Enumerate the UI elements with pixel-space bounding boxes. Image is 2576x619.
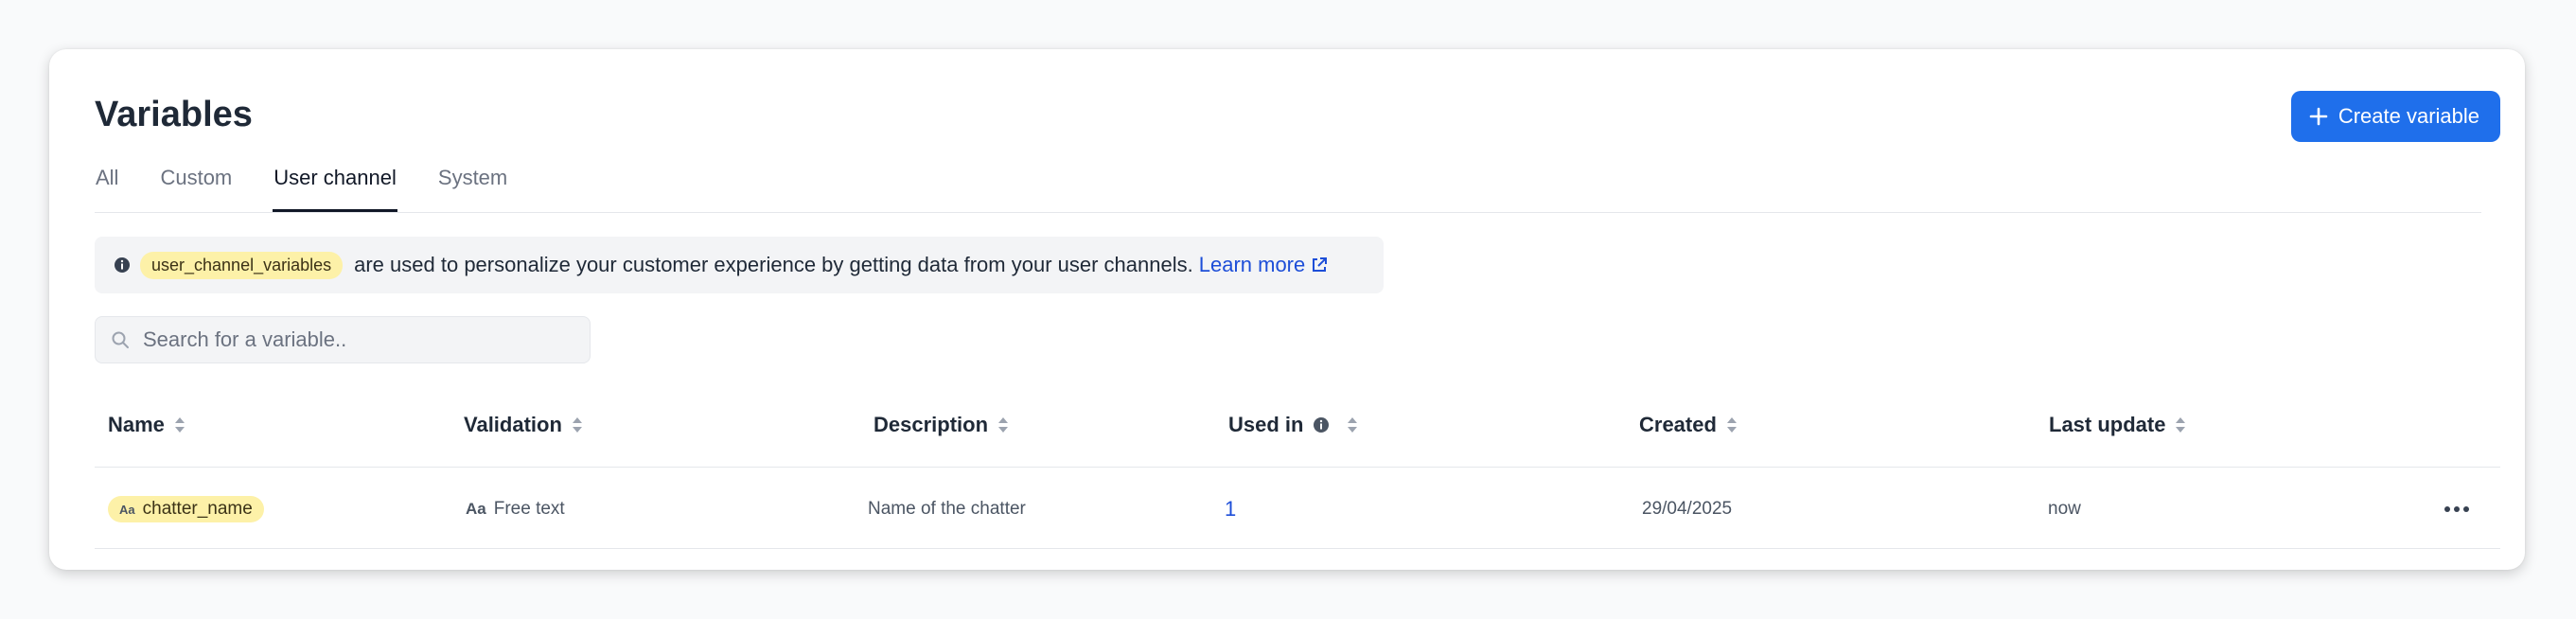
text-type-icon: Aa <box>466 500 486 518</box>
column-header-created[interactable]: Created <box>1639 413 1738 437</box>
column-header-used-in[interactable]: Used in <box>1228 413 1358 437</box>
used-in-cell: 1 <box>1225 494 1236 524</box>
tab-system[interactable]: System <box>437 161 508 212</box>
variable-name-pill[interactable]: Aa chatter_name <box>108 496 264 522</box>
column-header-name[interactable]: Name <box>108 413 185 437</box>
info-icon <box>1314 417 1330 433</box>
tab-bar: All Custom User channel System <box>95 161 2481 213</box>
sort-icon <box>572 417 582 433</box>
external-link-icon <box>1313 257 1328 272</box>
tab-user-channel[interactable]: User channel <box>273 161 397 212</box>
variables-card: Variables Create variable All Custom Use… <box>49 49 2525 570</box>
learn-more-link[interactable]: Learn more <box>1199 253 1329 277</box>
more-options-button[interactable] <box>2444 496 2470 522</box>
name-cell: Aa chatter_name <box>108 494 264 524</box>
sort-icon <box>1726 417 1737 433</box>
plus-icon <box>2309 107 2328 126</box>
used-in-link[interactable]: 1 <box>1225 497 1236 522</box>
search-input[interactable] <box>141 327 580 353</box>
column-header-validation[interactable]: Validation <box>464 413 583 437</box>
info-banner: user_channel_variables are used to perso… <box>95 237 1384 293</box>
create-variable-label: Create variable <box>2338 104 2479 128</box>
variable-name: chatter_name <box>142 499 253 519</box>
created-cell: 29/04/2025 <box>1642 499 1733 519</box>
description-cell: Name of the chatter <box>868 499 1026 519</box>
sort-icon <box>2176 417 2186 433</box>
tab-all[interactable]: All <box>95 161 119 212</box>
sort-icon <box>998 417 1009 433</box>
table-divider <box>95 548 2500 549</box>
info-icon <box>115 257 130 273</box>
learn-more-label: Learn more <box>1198 253 1306 276</box>
sort-icon <box>1348 417 1358 433</box>
column-header-description[interactable]: Description <box>873 413 1009 437</box>
validation-cell: Aa Free text <box>466 494 565 524</box>
validation-value: Free text <box>493 499 565 519</box>
table-divider <box>95 467 2500 468</box>
page-title: Variables <box>95 95 253 134</box>
create-variable-button[interactable]: Create variable <box>2290 91 2500 142</box>
text-type-icon: Aa <box>119 502 135 517</box>
user-channel-variables-pill: user_channel_variables <box>140 251 344 279</box>
sort-icon <box>174 417 185 433</box>
search-icon <box>112 331 129 348</box>
more-horizontal-icon <box>2444 506 2469 512</box>
last-update-cell: now <box>2048 499 2081 519</box>
banner-text: are used to personalize your customer ex… <box>354 253 1193 276</box>
column-header-last-update[interactable]: Last update <box>2049 413 2186 437</box>
tab-custom[interactable]: Custom <box>159 161 233 212</box>
search-box <box>95 316 591 363</box>
